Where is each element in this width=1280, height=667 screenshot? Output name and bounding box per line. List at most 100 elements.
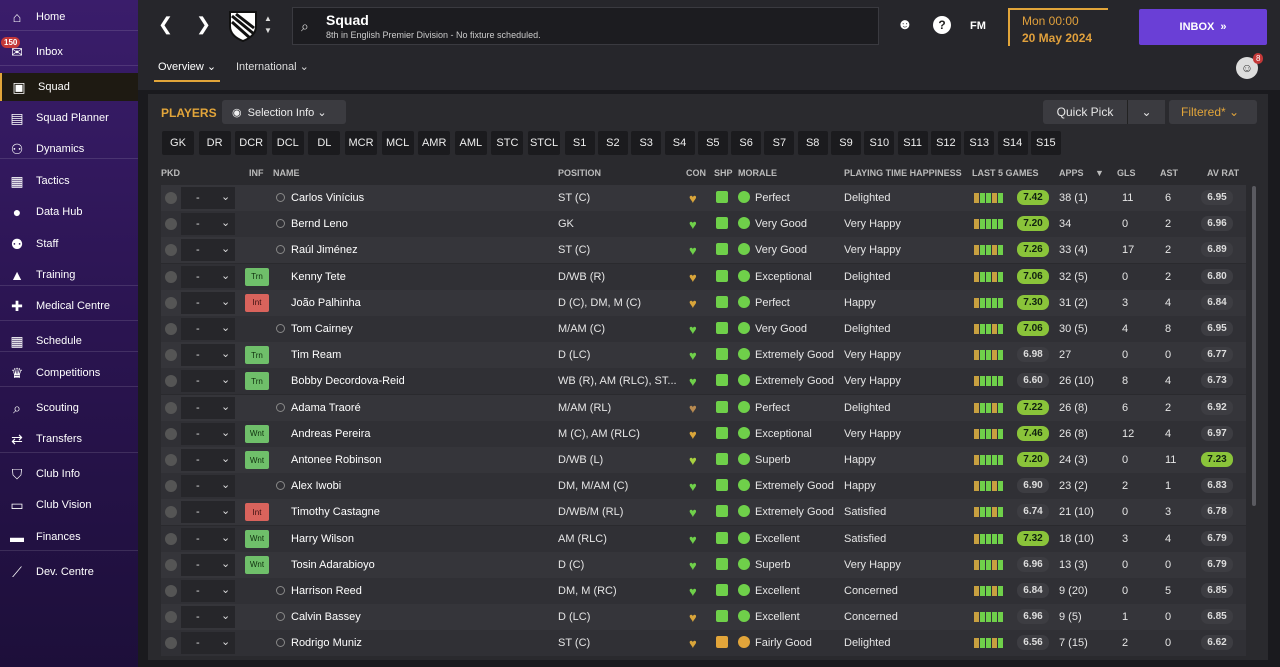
sidebar-item-club-info[interactable]: ⛉ Club Info <box>0 460 138 488</box>
selection-dropdown[interactable]: - ⌄ <box>181 553 235 576</box>
interaction-badge[interactable]: Trn <box>245 346 269 365</box>
search-icon[interactable]: ⌕ <box>301 18 309 35</box>
table-row[interactable]: - ⌄ Adama Traoré M/AM (RL) ♥ Perfect Delighted… <box>161 394 1246 421</box>
selection-dropdown[interactable]: - ⌄ <box>181 265 235 288</box>
pick-indicator-icon[interactable] <box>165 270 177 283</box>
table-row[interactable]: - ⌄ Wnt Antonee Robinson D/WB (L) ♥ Superb Happ… <box>161 447 1246 473</box>
pick-indicator-icon[interactable] <box>165 375 177 388</box>
pick-indicator-icon[interactable] <box>165 611 177 624</box>
sidebar-item-tactics[interactable]: ▦ Tactics <box>0 167 138 195</box>
position-filter-button[interactable]: STC <box>491 131 524 155</box>
search-header[interactable]: ⌕ Squad 8th in English Premier Division … <box>292 7 879 45</box>
position-filter-button[interactable]: MCR <box>345 131 377 155</box>
pick-indicator-icon[interactable] <box>165 323 177 335</box>
column-header-pkd[interactable]: PKD <box>161 168 180 178</box>
help-icon[interactable]: ? <box>933 16 951 34</box>
sidebar-item-dev-centre[interactable]: ⟋ Dev. Centre <box>0 558 138 586</box>
selection-dropdown[interactable]: - ⌄ <box>181 632 235 655</box>
table-row[interactable]: - ⌄ Harrison Reed DM, M (RC) ♥ Excellent Conce… <box>161 578 1246 604</box>
sidebar-item-squad[interactable]: ▣ Squad <box>0 73 138 101</box>
selection-dropdown[interactable]: - ⌄ <box>181 606 235 629</box>
interaction-badge[interactable]: Trn <box>245 267 269 286</box>
table-row[interactable]: - ⌄ Int Timothy Castagne D/WB/M (RL) ♥ Extreme… <box>161 499 1246 526</box>
position-filter-button[interactable]: S9 <box>831 131 861 155</box>
fm-menu-icon[interactable]: FM <box>970 20 986 32</box>
selection-info-dropdown[interactable]: ◉ Selection Info ⌄ <box>222 100 346 124</box>
tab-overview[interactable]: Overview ⌄ <box>154 60 221 82</box>
sidebar-item-competitions[interactable]: ♛ Competitions <box>0 359 138 387</box>
pick-indicator-icon[interactable] <box>165 192 177 204</box>
player-name[interactable]: Carlos Vinícius <box>291 192 364 204</box>
column-header-last5[interactable]: LAST 5 GAMES <box>972 168 1039 178</box>
pick-indicator-icon[interactable] <box>165 244 177 257</box>
position-filter-button[interactable]: DCR <box>235 131 268 155</box>
selection-dropdown[interactable]: - ⌄ <box>181 344 235 367</box>
sidebar-item-data-hub[interactable]: ● Data Hub <box>0 198 138 226</box>
interaction-badge[interactable]: Int <box>245 293 269 312</box>
tab-international[interactable]: International ⌄ <box>232 60 313 82</box>
pick-indicator-icon[interactable] <box>165 532 177 545</box>
sidebar-item-inbox[interactable]: ✉ Inbox <box>0 38 138 66</box>
column-header-position[interactable]: POSITION <box>558 168 601 178</box>
selection-dropdown[interactable]: - ⌄ <box>181 501 235 524</box>
pick-indicator-icon[interactable] <box>165 427 177 440</box>
pick-indicator-icon[interactable] <box>165 506 177 519</box>
position-filter-button[interactable]: S2 <box>597 131 628 155</box>
filter-dropdown[interactable]: Filtered* ⌄ <box>1169 100 1257 124</box>
column-header-pth[interactable]: PLAYING TIME HAPPINESS <box>844 168 962 178</box>
pick-indicator-icon[interactable] <box>165 637 177 650</box>
interaction-badge[interactable]: Int <box>245 503 269 522</box>
table-row[interactable]: - ⌄ Bernd Leno GK ♥ Very Good Very Happy 7.20 34… <box>161 211 1246 238</box>
column-header-avrat[interactable]: AV RAT <box>1207 168 1239 178</box>
position-filter-button[interactable]: S8 <box>797 131 828 155</box>
selection-dropdown[interactable]: - ⌄ <box>181 396 235 419</box>
selection-dropdown[interactable]: - ⌄ <box>181 527 235 550</box>
player-name[interactable]: Harrison Reed <box>291 585 362 597</box>
column-header-name[interactable]: NAME <box>273 168 300 178</box>
column-header-inf[interactable]: INF <box>249 168 264 178</box>
player-name[interactable]: Alex Iwobi <box>291 480 341 492</box>
tactics-face-icon[interactable]: ☻ <box>897 16 913 33</box>
back-arrow-icon[interactable]: ❮ <box>158 14 173 35</box>
position-filter-button[interactable]: S7 <box>764 131 795 155</box>
interaction-badge[interactable]: Wnt <box>245 555 269 574</box>
player-name[interactable]: Antonee Robinson <box>291 454 382 466</box>
column-header-con[interactable]: CON <box>686 168 706 178</box>
position-filter-button[interactable]: S3 <box>631 131 662 155</box>
position-filter-button[interactable]: GK <box>162 131 194 155</box>
sidebar-item-club-vision[interactable]: ▭ Club Vision <box>0 491 138 519</box>
position-filter-button[interactable]: MCL <box>381 131 414 155</box>
interaction-badge[interactable]: Wnt <box>245 529 269 548</box>
position-filter-button[interactable]: S12 <box>930 131 961 155</box>
pick-indicator-icon[interactable] <box>165 296 177 309</box>
player-name[interactable]: Bobby Decordova-Reid <box>291 375 405 387</box>
sidebar-item-training[interactable]: ▲ Training <box>0 261 138 289</box>
column-header-shp[interactable]: SHP <box>714 168 733 178</box>
player-name[interactable]: Raúl Jiménez <box>291 244 358 256</box>
position-filter-button[interactable]: S4 <box>664 131 695 155</box>
table-row[interactable]: - ⌄ Wnt Tosin Adarabioyo D (C) ♥ Superb Very Ha… <box>161 551 1246 578</box>
table-row[interactable]: - ⌄ Trn Kenny Tete D/WB (R) ♥ Exceptional Delig… <box>161 263 1246 290</box>
pick-indicator-icon[interactable] <box>165 349 177 362</box>
sidebar-item-medical-centre[interactable]: ✚ Medical Centre <box>0 292 138 320</box>
sidebar-item-scouting[interactable]: ⌕ Scouting <box>0 394 138 422</box>
pick-indicator-icon[interactable] <box>165 558 177 571</box>
player-name[interactable]: Timothy Castagne <box>291 506 380 518</box>
player-name[interactable]: Calvin Bassey <box>291 611 361 623</box>
position-filter-button[interactable]: S10 <box>864 131 895 155</box>
forward-arrow-icon[interactable]: ❯ <box>196 14 211 35</box>
position-filter-button[interactable]: S5 <box>697 131 728 155</box>
selection-dropdown[interactable]: - ⌄ <box>181 370 235 393</box>
table-row[interactable]: - ⌄ Wnt Andreas Pereira M (C), AM (RLC) ♥ Exce… <box>161 420 1246 447</box>
selection-dropdown[interactable]: - ⌄ <box>181 239 235 262</box>
position-filter-button[interactable]: DL <box>308 131 341 155</box>
pick-indicator-icon[interactable] <box>165 218 177 231</box>
interaction-badge[interactable]: Wnt <box>245 424 269 443</box>
club-switch-down-icon[interactable]: ▼ <box>264 26 272 35</box>
selection-dropdown[interactable]: - ⌄ <box>181 580 235 602</box>
pick-indicator-icon[interactable] <box>165 454 177 466</box>
table-row[interactable]: - ⌄ Carlos Vinícius ST (C) ♥ Perfect Delighted… <box>161 185 1246 211</box>
club-switch-up-icon[interactable]: ▲ <box>264 14 272 23</box>
column-header-morale[interactable]: MORALE <box>738 168 777 178</box>
position-filter-button[interactable]: DCL <box>271 131 304 155</box>
